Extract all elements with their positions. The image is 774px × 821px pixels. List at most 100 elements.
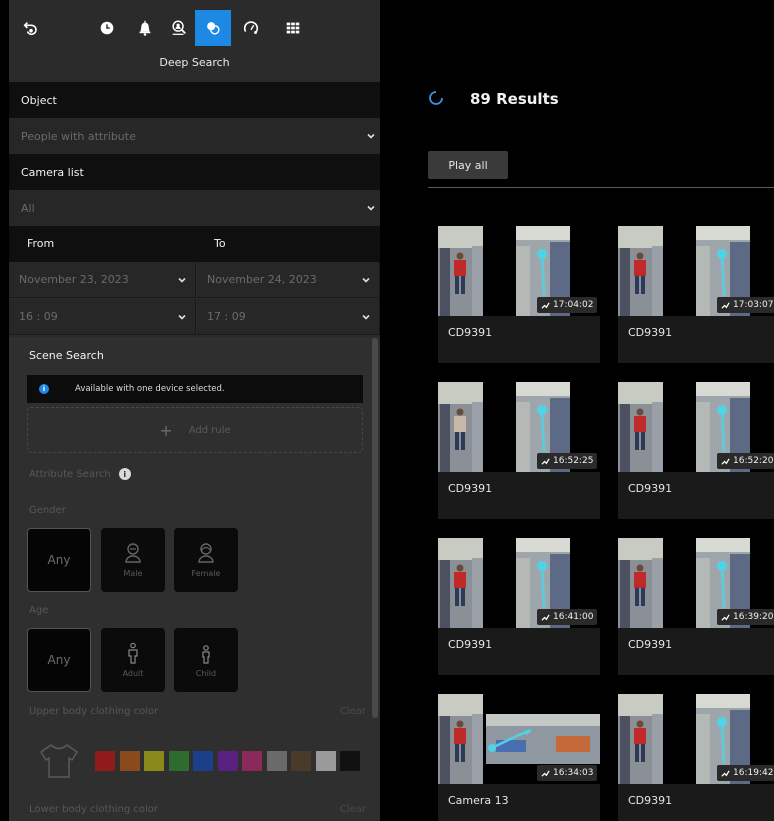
from-date-select[interactable]: November 23, 2023 [9,262,196,298]
object-select[interactable]: People with attribute [9,118,380,154]
gender-female-label: Female [191,569,221,578]
age-any-button[interactable]: Any [27,628,91,692]
panel-title: Deep Search [159,56,230,69]
gender-female-button[interactable]: Female [174,528,238,592]
from-time-value: 16 : 09 [19,310,58,323]
clock-icon[interactable] [89,10,125,46]
color-swatch[interactable] [95,751,115,771]
gender-male-label: Male [123,569,143,578]
scene-search-section: Scene Search i Available with one device… [9,337,380,821]
color-swatch[interactable] [217,751,238,771]
color-swatch[interactable] [193,751,213,771]
result-card[interactable]: 17:04:02 CD9391 [438,226,600,363]
snapshot-image[interactable] [438,694,483,784]
track-image[interactable] [486,714,600,764]
object-value: People with attribute [21,129,136,143]
result-card[interactable]: 16:41:00 CD9391 [438,538,600,675]
loading-spinner-icon [429,91,443,105]
snapshot-image[interactable] [618,694,663,784]
info-icon: i [39,384,49,394]
trend-icon [721,769,733,778]
camera-name: CD9391 [438,472,600,519]
to-time-value: 17 : 09 [207,310,246,323]
toolbar: Deep Search [9,0,380,80]
age-child-button[interactable]: Child [174,628,238,692]
color-swatch[interactable] [242,751,262,771]
snapshot-image[interactable] [438,382,483,472]
panel-scrollbar[interactable] [372,338,378,718]
snapshot-image[interactable] [618,226,663,316]
results-count: 89 Results [470,90,559,108]
timestamp-text: 16:52:20 [733,456,774,466]
upper-color-label: Upper body clothing color [29,706,159,717]
bell-icon[interactable] [127,10,163,46]
info-icon[interactable]: i [118,468,131,480]
color-swatch[interactable] [291,751,311,771]
deep-search-icon[interactable] [195,10,231,46]
color-swatch[interactable] [144,751,164,771]
chevron-down-icon [366,131,376,141]
result-card[interactable]: 16:39:20 CD9391 [618,538,774,675]
result-card[interactable]: 16:52:25 CD9391 [438,382,600,519]
timestamp-badge: 16:34:03 [537,765,598,781]
timestamp-text: 16:39:20 [733,612,774,622]
gender-label: Gender [29,505,66,516]
lower-clear-link[interactable]: Clear [340,804,366,815]
play-all-button[interactable]: Play all [428,151,508,179]
timestamp-badge: 17:04:02 [537,297,598,313]
gender-male-button[interactable]: Male [101,528,165,592]
trend-icon [721,457,733,466]
chevron-down-icon [177,312,187,322]
result-card[interactable]: 17:03:07 CD9391 [618,226,774,363]
timestamp-text: 16:34:03 [553,768,594,778]
camera-list-select[interactable]: All [9,190,380,226]
age-child-label: Child [195,669,217,678]
chevron-down-icon [366,203,376,213]
from-time-select[interactable]: 16 : 09 [9,299,196,335]
child-icon [202,645,210,664]
age-adult-button[interactable]: Adult [101,628,165,692]
chevron-down-icon [361,312,371,322]
upper-clear-link[interactable]: Clear [340,706,366,717]
trend-icon [541,301,553,310]
color-swatch[interactable] [340,751,360,771]
timestamp-text: 16:19:42 [733,768,774,778]
to-label: To [214,237,226,250]
plus-icon: + [159,420,173,440]
color-swatch[interactable] [168,751,189,771]
color-swatch[interactable] [315,751,336,771]
snapshot-image[interactable] [438,226,483,316]
timestamp-badge: 16:41:00 [537,609,598,625]
snapshot-image[interactable] [618,382,663,472]
timestamp-badge: 17:03:07 [717,297,774,313]
back-icon[interactable] [13,10,49,46]
color-swatch[interactable] [119,751,140,771]
timestamp-badge: 16:19:42 [717,765,774,781]
snapshot-image[interactable] [438,538,483,628]
speedometer-icon[interactable] [233,10,269,46]
trend-icon [541,457,553,466]
gender-any-button[interactable]: Any [27,528,91,592]
date-range-header: From To [9,226,380,262]
adult-icon [128,642,138,664]
add-rule-button[interactable]: + Add rule [27,407,363,453]
timestamp-badge: 16:52:25 [537,453,598,469]
snapshot-image[interactable] [618,538,663,628]
color-swatch[interactable] [266,751,287,771]
female-icon [198,543,214,563]
chevron-down-icon [177,275,187,285]
timestamp-text: 17:03:07 [733,300,774,310]
to-time-select[interactable]: 17 : 09 [197,299,380,335]
to-date-select[interactable]: November 24, 2023 [197,262,380,298]
search-panel: Deep Search Object People with attribute… [9,0,380,821]
male-icon [125,543,141,563]
info-text: Available with one device selected. [75,384,225,394]
person-search-icon[interactable] [161,10,197,46]
grid-icon[interactable] [275,10,311,46]
result-card[interactable]: 16:52:20 CD9391 [618,382,774,519]
result-card[interactable]: 16:34:03 Camera 13 [438,694,600,821]
scene-search-title: Scene Search [29,349,104,362]
lower-color-label: Lower body clothing color [29,804,158,815]
result-card[interactable]: 16:19:42 CD9391 [618,694,774,821]
timestamp-badge: 16:39:20 [717,609,774,625]
